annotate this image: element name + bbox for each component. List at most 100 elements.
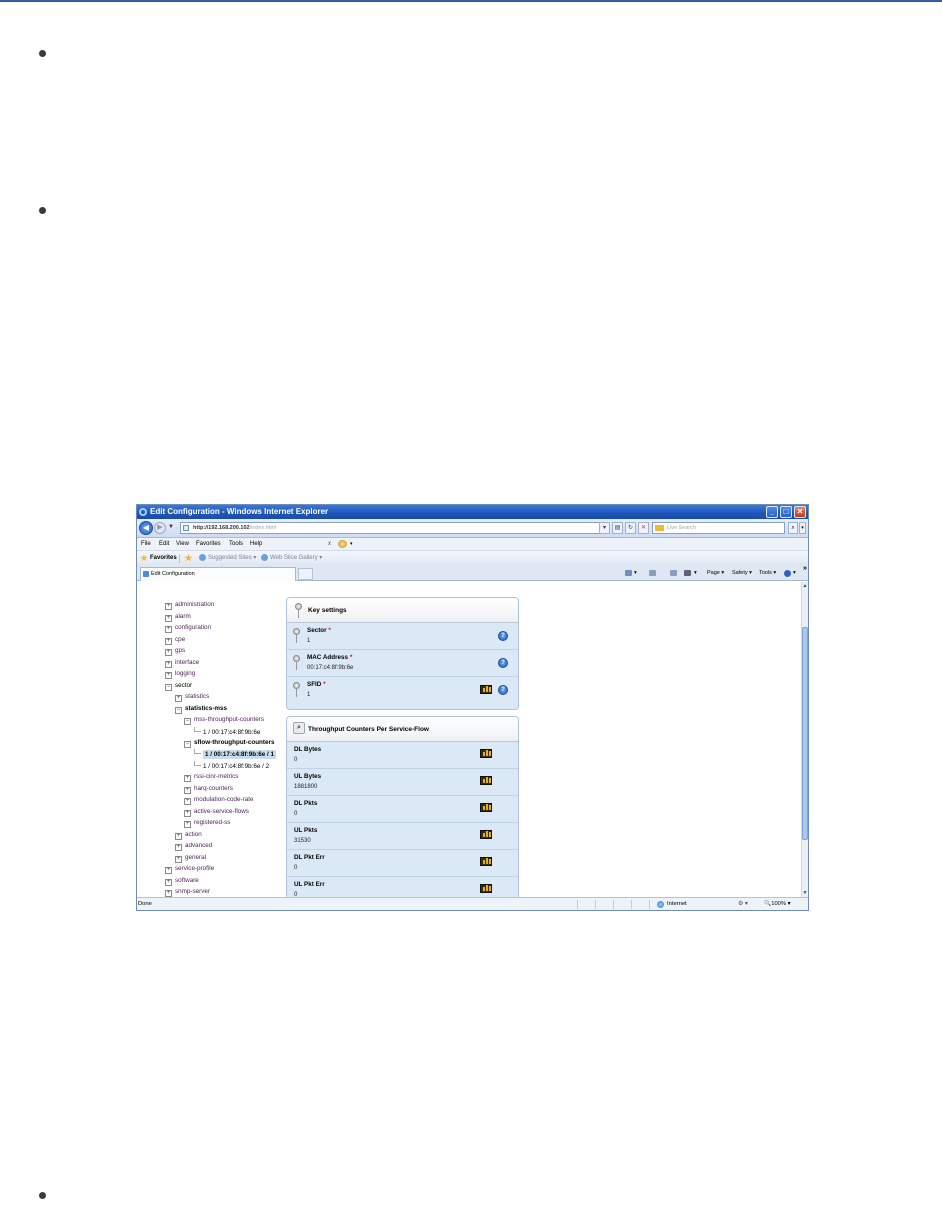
- expand-icon[interactable]: +: [165, 672, 172, 679]
- feeds-icon[interactable]: [649, 570, 656, 576]
- tools-menu[interactable]: Tools ▾: [759, 567, 776, 579]
- expand-icon[interactable]: +: [175, 833, 182, 840]
- scroll-thumb[interactable]: [802, 627, 808, 840]
- web-slice-gallery-link[interactable]: Web Slice Gallery ▾: [270, 551, 322, 565]
- tree-item-registered-ss[interactable]: + registered-ss: [184, 818, 230, 828]
- tree-item-gps[interactable]: + gps: [165, 646, 185, 656]
- addon-dropdown-icon[interactable]: ▾: [350, 538, 353, 550]
- page-menu[interactable]: Page ▾: [707, 567, 724, 579]
- expand-icon[interactable]: +: [184, 821, 191, 828]
- expand-icon[interactable]: +: [184, 798, 191, 805]
- tree-item-advanced[interactable]: + advanced: [175, 841, 212, 851]
- tree-item-1-00-17-c4-8f-9b-6e-2[interactable]: 1 / 00:17:c4:8f:9b:6e / 2: [194, 761, 269, 770]
- chart-icon[interactable]: [480, 884, 492, 893]
- menu-edit[interactable]: Edit: [159, 538, 169, 550]
- chart-icon[interactable]: [480, 685, 492, 694]
- help-dropdown-icon[interactable]: ▾: [793, 567, 796, 579]
- new-tab-button[interactable]: [298, 568, 313, 580]
- tree-item-action[interactable]: + action: [175, 830, 202, 840]
- help-icon[interactable]: ?: [498, 658, 508, 668]
- help-icon[interactable]: ?: [498, 685, 508, 695]
- address-dropdown-button[interactable]: ▾: [599, 522, 610, 534]
- menu-help[interactable]: Help: [250, 538, 262, 550]
- help-icon[interactable]: ?: [498, 631, 508, 641]
- expand-icon[interactable]: +: [165, 890, 172, 897]
- back-button[interactable]: ◀: [139, 521, 153, 535]
- tree-item-administration[interactable]: + administration: [165, 600, 214, 610]
- chart-icon[interactable]: [480, 857, 492, 866]
- tree-item-1-00-17-c4-8f-9b-6e-1[interactable]: 1 / 00:17:c4:8f:9b:6e / 1: [194, 749, 276, 759]
- favorites-button[interactable]: Favorites: [150, 551, 177, 565]
- addon-icon[interactable]: [338, 540, 347, 548]
- expand-icon[interactable]: +: [165, 615, 172, 622]
- tree-item-alarm[interactable]: + alarm: [165, 612, 191, 622]
- tree-item-configuration[interactable]: + configuration: [165, 623, 211, 633]
- minimize-button[interactable]: _: [766, 506, 778, 518]
- expand-icon[interactable]: +: [165, 867, 172, 874]
- chart-icon[interactable]: [480, 803, 492, 812]
- tree-item-interface[interactable]: + interface: [165, 658, 199, 668]
- expand-icon[interactable]: +: [184, 810, 191, 817]
- scroll-down-icon[interactable]: ▼: [802, 889, 808, 897]
- expand-icon[interactable]: +: [165, 649, 172, 656]
- menu-favorites[interactable]: Favorites: [196, 538, 221, 550]
- menu-tools[interactable]: Tools: [229, 538, 243, 550]
- forward-button[interactable]: ▶: [154, 522, 166, 534]
- tree-item-rssi-cinr-metrics[interactable]: + rssi-cinr-metrics: [184, 772, 238, 782]
- safety-menu[interactable]: Safety ▾: [732, 567, 752, 579]
- tree-item-harq-counters[interactable]: + harq-counters: [184, 784, 233, 794]
- chart-icon[interactable]: [480, 776, 492, 785]
- zoom-level[interactable]: 🔍100% ▾: [764, 898, 791, 910]
- search-icon[interactable]: ⌕: [788, 522, 798, 534]
- refresh-icon[interactable]: ↻: [625, 522, 636, 534]
- home-dropdown-icon[interactable]: ▾: [634, 567, 637, 579]
- chart-icon[interactable]: [480, 830, 492, 839]
- tree-item-statistics[interactable]: + statistics: [175, 692, 209, 702]
- help-icon[interactable]: [784, 570, 791, 577]
- tree-item-snmp-server[interactable]: + snmp-server: [165, 887, 210, 897]
- protected-mode-icon[interactable]: ⚙ ▾: [738, 898, 748, 910]
- collapse-icon[interactable]: −: [175, 707, 182, 714]
- vertical-scrollbar[interactable]: ▲ ▼: [801, 582, 808, 897]
- collapse-icon[interactable]: −: [165, 684, 172, 691]
- suggested-sites-link[interactable]: Suggested Sites ▾: [208, 551, 256, 565]
- address-field[interactable]: http://192.168.200.102/index.html: [180, 522, 607, 534]
- expand-icon[interactable]: +: [184, 775, 191, 782]
- collapse-icon[interactable]: −: [184, 718, 191, 725]
- mail-icon[interactable]: [670, 570, 677, 576]
- search-options-dropdown[interactable]: ▾: [799, 522, 806, 534]
- tree-item-modulation-code-rate[interactable]: + modulation-code-rate: [184, 795, 254, 805]
- home-icon[interactable]: [625, 570, 632, 576]
- tree-item-software[interactable]: + software: [165, 876, 199, 886]
- tree-item-active-service-flows[interactable]: + active-service-flows: [184, 807, 249, 817]
- expand-icon[interactable]: +: [175, 856, 182, 863]
- stop-icon[interactable]: ✕: [638, 522, 649, 534]
- expand-icon[interactable]: +: [165, 879, 172, 886]
- scroll-up-icon[interactable]: ▲: [802, 582, 808, 590]
- close-button[interactable]: ✕: [794, 506, 806, 518]
- maximize-button[interactable]: □: [780, 506, 792, 518]
- add-to-favorites-icon[interactable]: [184, 554, 193, 562]
- search-input[interactable]: Live Search: [652, 522, 785, 534]
- expand-icon[interactable]: +: [184, 787, 191, 794]
- tree-item-mss-throughput-counters[interactable]: − mss-throughput-counters: [184, 715, 264, 725]
- menu-view[interactable]: View: [176, 538, 189, 550]
- tree-item-cpe[interactable]: + cpe: [165, 635, 185, 645]
- tab-edit-configuration[interactable]: Edit Configuration: [140, 567, 296, 581]
- tree-item-statistics-mss[interactable]: − statistics-mss: [175, 704, 227, 714]
- compatibility-icon[interactable]: ▤: [612, 522, 623, 534]
- print-icon[interactable]: [684, 570, 691, 576]
- expand-icon[interactable]: +: [165, 661, 172, 668]
- chevron-more-icon[interactable]: »: [803, 565, 807, 572]
- expand-icon[interactable]: +: [175, 695, 182, 702]
- chart-icon[interactable]: [480, 749, 492, 758]
- menu-close-button[interactable]: x: [328, 538, 331, 550]
- collapse-icon[interactable]: −: [184, 741, 191, 748]
- tree-item-sector[interactable]: − sector: [165, 681, 192, 691]
- print-dropdown-icon[interactable]: ▾: [694, 567, 697, 579]
- tree-item-service-profile[interactable]: + service-profile: [165, 864, 214, 874]
- expand-icon[interactable]: +: [165, 603, 172, 610]
- expand-icon[interactable]: +: [165, 626, 172, 633]
- menu-file[interactable]: File: [141, 538, 151, 550]
- recent-pages-dropdown[interactable]: ▼: [168, 524, 174, 530]
